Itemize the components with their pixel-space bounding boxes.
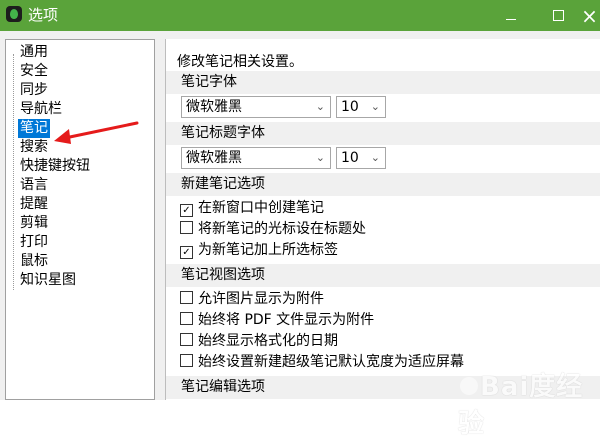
view-option-label: 始终设置新建超级笔记默认宽度为适应屏幕 xyxy=(198,354,464,370)
sidebar-item-search[interactable]: 搜索 xyxy=(18,138,50,157)
note-font-size-select[interactable]: 10 ⌄ xyxy=(336,96,386,118)
checkbox[interactable] xyxy=(180,333,193,346)
tree-guide-line xyxy=(13,54,15,290)
view-option-label: 始终显示格式化的日期 xyxy=(198,333,338,349)
checkbox[interactable] xyxy=(180,221,193,234)
view-option-row[interactable]: 始终设置新建超级笔记默认宽度为适应屏幕 xyxy=(180,352,464,372)
title-font-size-value: 10 xyxy=(341,150,359,166)
title-font-family-select[interactable]: 微软雅黑 ⌄ xyxy=(181,147,331,169)
sidebar-item-general[interactable]: 通用 xyxy=(18,43,50,62)
new-note-option-label: 将新笔记的光标设在标题处 xyxy=(198,221,366,237)
title-font-family-value: 微软雅黑 xyxy=(186,150,242,166)
maximize-button[interactable] xyxy=(535,0,581,31)
view-option-row[interactable]: 始终显示格式化的日期 xyxy=(180,331,338,351)
new-note-options-heading: 新建笔记选项 xyxy=(181,176,265,192)
chevron-down-icon: ⌄ xyxy=(315,100,325,113)
sidebar-item-shortcut-buttons[interactable]: 快捷键按钮 xyxy=(18,157,92,176)
sidebar-item-reminders[interactable]: 提醒 xyxy=(18,195,50,214)
sidebar-item-knowledge-graph[interactable]: 知识星图 xyxy=(18,271,78,290)
new-note-option-row[interactable]: ✓ 为新笔记加上所选标签 xyxy=(180,240,338,260)
title-font-section-header: 笔记标题字体 xyxy=(166,122,600,145)
panel-description: 修改笔记相关设置。 xyxy=(177,54,303,70)
new-note-option-row[interactable]: ✓ 在新窗口中创建笔记 xyxy=(180,198,324,218)
note-font-heading: 笔记字体 xyxy=(181,74,237,90)
checkbox[interactable] xyxy=(180,312,193,325)
minimize-button[interactable] xyxy=(488,0,534,31)
sidebar-item-security[interactable]: 安全 xyxy=(18,62,50,81)
title-font-size-select[interactable]: 10 ⌄ xyxy=(336,147,386,169)
new-note-options-section-header: 新建笔记选项 xyxy=(166,173,600,196)
paw-icon xyxy=(460,377,478,395)
baidu-jingyan-watermark: Bai度经验 xyxy=(458,366,600,440)
view-option-label: 允许图片显示为附件 xyxy=(198,291,324,307)
minimize-icon xyxy=(506,19,516,20)
checkbox-checked[interactable]: ✓ xyxy=(180,204,193,217)
edit-options-heading: 笔记编辑选项 xyxy=(181,379,265,395)
chevron-down-icon: ⌄ xyxy=(370,151,380,164)
sidebar-item-clipper[interactable]: 剪辑 xyxy=(18,214,50,233)
title-bar: 选项 × xyxy=(0,0,600,31)
sidebar-item-notes[interactable]: 笔记 xyxy=(18,119,50,138)
red-pointer-arrow-icon xyxy=(54,121,139,144)
checkbox-checked[interactable]: ✓ xyxy=(180,246,193,259)
chevron-down-icon: ⌄ xyxy=(370,100,380,113)
sidebar-item-sync[interactable]: 同步 xyxy=(18,81,50,100)
maximize-icon xyxy=(552,10,564,21)
new-note-option-row[interactable]: 将新笔记的光标设在标题处 xyxy=(180,219,366,239)
note-font-size-value: 10 xyxy=(341,99,359,115)
view-options-heading: 笔记视图选项 xyxy=(181,267,265,283)
note-font-section-header: 笔记字体 xyxy=(166,71,600,94)
sidebar-item-language[interactable]: 语言 xyxy=(18,176,50,195)
note-font-family-select[interactable]: 微软雅黑 ⌄ xyxy=(181,96,331,118)
options-content: 通用 安全 同步 导航栏 笔记 搜索 快捷键按钮 语言 提醒 剪辑 打印 鼠标 … xyxy=(0,31,600,439)
close-button[interactable]: × xyxy=(579,0,600,31)
checkbox[interactable] xyxy=(180,354,193,367)
new-note-option-label: 为新笔记加上所选标签 xyxy=(198,242,338,258)
note-font-family-value: 微软雅黑 xyxy=(186,99,242,115)
view-option-row[interactable]: 允许图片显示为附件 xyxy=(180,289,324,309)
title-font-heading: 笔记标题字体 xyxy=(181,125,265,141)
window-title: 选项 xyxy=(28,6,59,24)
notes-settings-panel: 修改笔记相关设置。 笔记字体 微软雅黑 ⌄ 10 ⌄ 笔记标题字体 微软雅黑 ⌄ 10… xyxy=(165,39,600,400)
evernote-app-icon xyxy=(6,6,22,22)
chevron-down-icon: ⌄ xyxy=(315,151,325,164)
new-note-option-label: 在新窗口中创建笔记 xyxy=(198,200,324,216)
view-option-label: 始终将 PDF 文件显示为附件 xyxy=(198,312,375,328)
view-option-row[interactable]: 始终将 PDF 文件显示为附件 xyxy=(180,310,374,330)
view-options-section-header: 笔记视图选项 xyxy=(166,264,600,287)
sidebar-item-print[interactable]: 打印 xyxy=(18,233,50,252)
sidebar-item-navigation-bar[interactable]: 导航栏 xyxy=(18,100,64,119)
close-icon: × xyxy=(581,3,598,28)
checkbox[interactable] xyxy=(180,291,193,304)
sidebar-item-mouse[interactable]: 鼠标 xyxy=(18,252,50,271)
options-category-list[interactable]: 通用 安全 同步 导航栏 笔记 搜索 快捷键按钮 语言 提醒 剪辑 打印 鼠标 … xyxy=(5,39,155,400)
